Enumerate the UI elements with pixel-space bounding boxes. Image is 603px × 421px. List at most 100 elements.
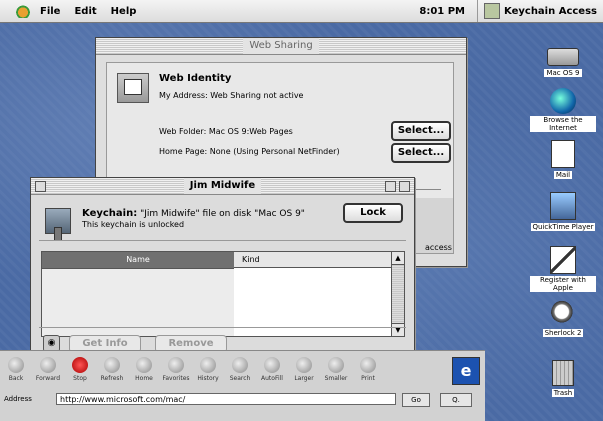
favorites-icon xyxy=(168,357,184,373)
tool-label: Home xyxy=(135,375,153,382)
search-field-button[interactable]: Q. xyxy=(440,393,472,407)
desktop-icon-browse-internet[interactable]: Browse the Internet xyxy=(530,88,596,133)
lock-button[interactable]: Lock xyxy=(343,203,403,223)
autofill-icon xyxy=(264,357,280,373)
menu-help[interactable]: Help xyxy=(111,6,137,17)
tool-label: Stop xyxy=(73,375,87,382)
tool-label: Favorites xyxy=(162,375,190,382)
desktop-icon-mail[interactable]: Mail xyxy=(530,140,596,180)
keychain-app-icon xyxy=(484,3,501,19)
column-header-kind[interactable]: Kind xyxy=(234,252,392,268)
web-identity-heading: Web Identity xyxy=(159,73,232,84)
internet-explorer-logo-icon: e xyxy=(452,357,480,385)
menu-clock[interactable]: 8:01 PM xyxy=(419,6,465,17)
trash-icon xyxy=(552,360,574,386)
refresh-icon xyxy=(104,357,120,373)
scroll-up-arrow-icon[interactable]: ▲ xyxy=(392,252,404,265)
web-identity-icon xyxy=(117,73,149,103)
web-folder-row: Web Folder: Mac OS 9:Web Pages xyxy=(159,127,293,136)
access-text: access xyxy=(425,243,452,252)
my-address-value: Web Sharing not active xyxy=(210,91,304,100)
globe-icon xyxy=(550,88,576,114)
web-sharing-titlebar[interactable]: Web Sharing xyxy=(96,38,466,55)
tool-label: Back xyxy=(8,375,24,382)
my-address-row: My Address: Web Sharing not active xyxy=(159,91,303,100)
refresh-button[interactable]: Refresh xyxy=(96,355,128,391)
tool-label: Refresh xyxy=(100,375,124,382)
divider xyxy=(39,327,406,328)
desktop-icon-quicktime[interactable]: QuickTime Player xyxy=(530,192,596,232)
close-box-icon[interactable] xyxy=(35,181,46,192)
autofill-button[interactable]: AutoFill xyxy=(256,355,288,391)
home-page-row: Home Page: None (Using Personal NetFinde… xyxy=(159,147,340,156)
column-header-name[interactable]: Name xyxy=(42,252,234,269)
desktop-icon-label: Mac OS 9 xyxy=(544,69,582,77)
menu-file[interactable]: File xyxy=(40,6,60,17)
keychain-window: Jim Midwife Keychain: "Jim Midwife" file… xyxy=(30,177,415,366)
apple-menu-icon[interactable] xyxy=(14,4,32,18)
keychain-description: "Jim Midwife" file on disk "Mac OS 9" xyxy=(140,209,305,219)
desktop-icon-trash[interactable]: Trash xyxy=(530,360,596,398)
smaller-text-icon xyxy=(328,357,344,373)
menu-bar: File Edit Help 8:01 PM Keychain Access xyxy=(0,0,603,23)
name-column-area xyxy=(42,269,234,336)
browser-buttons: Back Forward Stop Refresh Home Favorites… xyxy=(0,355,384,391)
desktop-icon-label: Trash xyxy=(551,389,575,397)
tool-label: Larger xyxy=(294,375,314,382)
web-folder-value: Mac OS 9:Web Pages xyxy=(208,127,293,136)
home-button[interactable]: Home xyxy=(128,355,160,391)
web-folder-label: Web Folder: xyxy=(159,127,207,136)
forward-icon xyxy=(40,357,56,373)
back-button[interactable]: Back xyxy=(0,355,32,391)
history-icon xyxy=(200,357,216,373)
desktop-icon-hard-disk[interactable]: Mac OS 9 xyxy=(530,42,596,78)
desktop-icon-label: Sherlock 2 xyxy=(542,329,584,337)
search-button[interactable]: Search xyxy=(224,355,256,391)
browser-toolbar: Back Forward Stop Refresh Home Favorites… xyxy=(0,350,485,421)
application-menu[interactable]: Keychain Access xyxy=(504,6,597,17)
window-title: Web Sharing xyxy=(243,38,319,54)
quicktime-icon xyxy=(550,192,576,220)
keychain-info: Keychain: "Jim Midwife" file on disk "Ma… xyxy=(82,208,305,219)
tool-label: Search xyxy=(229,375,251,382)
desktop-icon-sherlock[interactable]: Sherlock 2 xyxy=(530,300,596,338)
desktop-icon-register[interactable]: Register with Apple xyxy=(530,246,596,293)
larger-text-icon xyxy=(296,357,312,373)
select-web-folder-button[interactable]: Select... xyxy=(391,121,451,141)
go-button[interactable]: Go xyxy=(402,393,430,407)
forward-button[interactable]: Forward xyxy=(32,355,64,391)
tool-label: Print xyxy=(361,375,375,382)
window-title: Jim Midwife xyxy=(183,178,262,194)
home-page-label: Home Page: xyxy=(159,147,208,156)
home-page-value: None (Using Personal NetFinder) xyxy=(209,147,340,156)
stop-button[interactable]: Stop xyxy=(64,355,96,391)
home-icon xyxy=(136,357,152,373)
menu-divider xyxy=(477,0,479,22)
keychain-status: This keychain is unlocked xyxy=(82,220,185,229)
keychain-titlebar[interactable]: Jim Midwife xyxy=(31,178,414,195)
scroll-down-arrow-icon[interactable]: ▼ xyxy=(392,323,404,336)
desktop-icon-label: QuickTime Player xyxy=(530,223,596,231)
address-label: Address xyxy=(4,395,32,403)
menu-edit[interactable]: Edit xyxy=(74,6,96,17)
select-home-page-button[interactable]: Select... xyxy=(391,143,451,163)
desktop-icon-label: Register with Apple xyxy=(530,276,596,292)
divider xyxy=(39,240,406,241)
search-icon xyxy=(232,357,248,373)
address-input[interactable]: http://www.microsoft.com/mac/ xyxy=(56,393,396,405)
vertical-scrollbar[interactable]: ▲ ▼ xyxy=(391,252,404,336)
magnifier-icon xyxy=(551,300,575,326)
favorites-button[interactable]: Favorites xyxy=(160,355,192,391)
print-button[interactable]: Print xyxy=(352,355,384,391)
history-button[interactable]: History xyxy=(192,355,224,391)
collapse-box-icon[interactable] xyxy=(399,181,410,192)
mail-icon xyxy=(551,140,575,168)
keychain-items-table[interactable]: Name Kind ▲ ▼ xyxy=(41,251,405,337)
desktop: File Edit Help 8:01 PM Keychain Access M… xyxy=(0,0,603,421)
keychain-icon xyxy=(45,208,71,241)
tool-label: Smaller xyxy=(324,375,348,382)
larger-button[interactable]: Larger xyxy=(288,355,320,391)
register-pen-icon xyxy=(550,246,576,274)
zoom-box-icon[interactable] xyxy=(385,181,396,192)
smaller-button[interactable]: Smaller xyxy=(320,355,352,391)
